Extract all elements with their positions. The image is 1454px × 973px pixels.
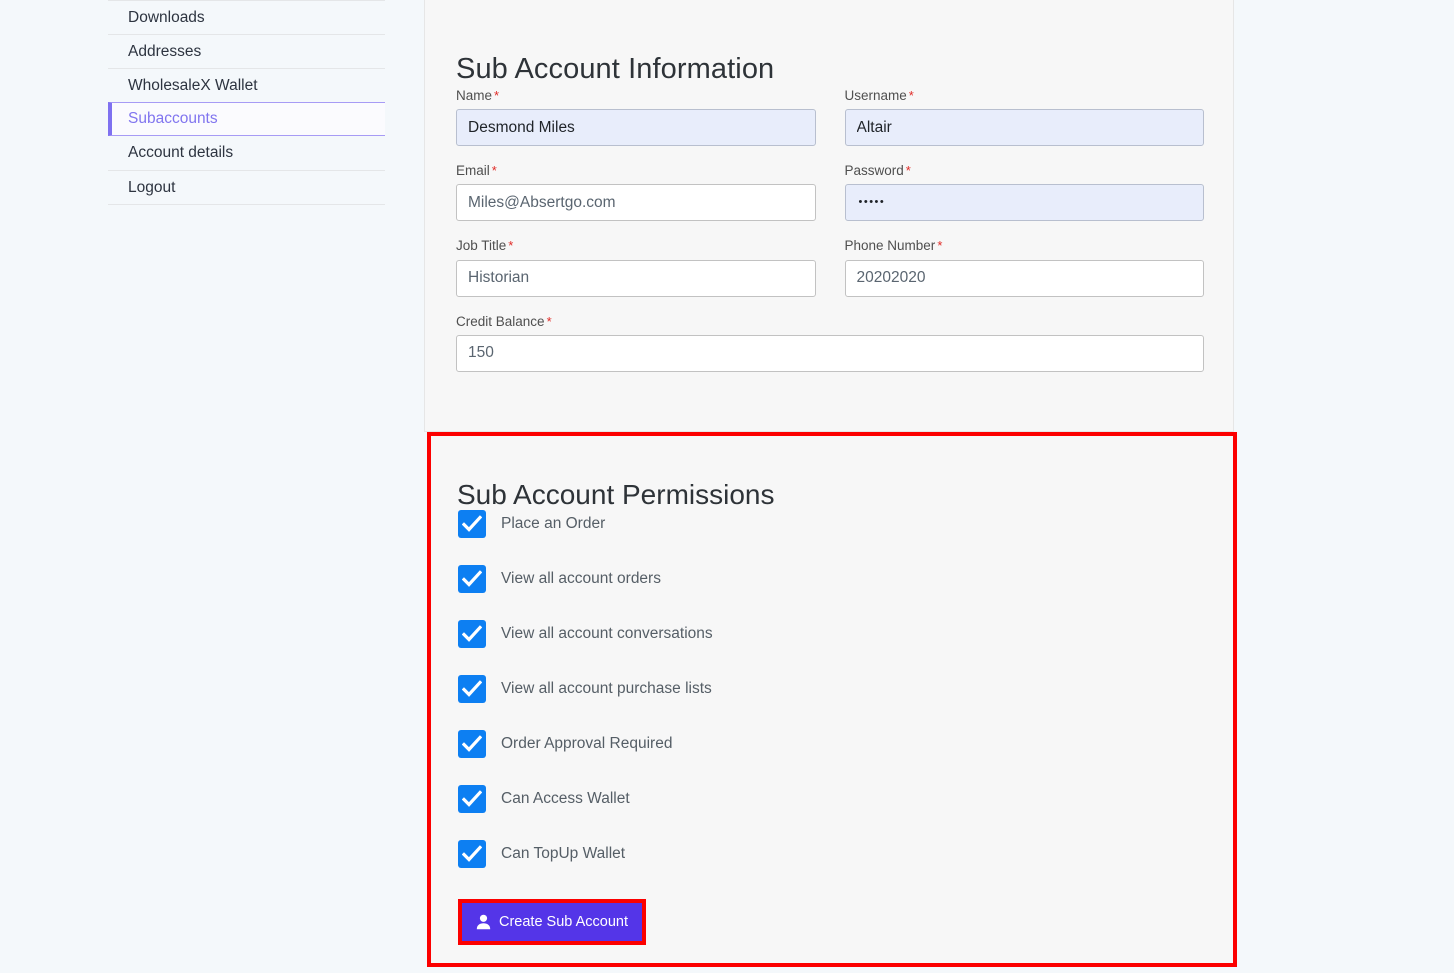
sidebar-item-label: Account details [128,144,234,161]
required-asterisk: * [494,88,500,103]
field-label-phone-number: Phone Number * [844,238,943,254]
sub-account-form: Name* Username* Email* Password* [456,88,1204,389]
field-username: Username * [844,88,1204,147]
field-email: Email * [456,163,816,222]
permission-row-order-approval-required[interactable]: Order Approval Required [458,730,1198,758]
sub-account-permissions-panel: Sub Account Permissions Place an Order V… [427,432,1237,967]
page-title: Sub Account Information [456,53,775,86]
permission-label: View all account orders [501,570,661,587]
form-row: Job Title* Phone Number* [456,238,1204,297]
permission-row-place-an-order[interactable]: Place an Order [458,510,1198,538]
credit-balance-input[interactable] [456,334,1204,372]
sidebar-item-label: Addresses [128,42,202,60]
permission-row-can-topup-wallet[interactable]: Can TopUp Wallet [458,840,1198,868]
create-sub-account-highlight: Create Sub Account [458,899,646,945]
required-asterisk: * [546,313,552,329]
field-password: Password * ••••• [844,163,1204,222]
field-label-email: Email * [456,163,497,179]
sidebar-item-account-details[interactable]: Account details [108,136,385,170]
create-sub-account-button[interactable]: Create Sub Account [462,903,642,941]
permission-label: View all account conversations [501,625,713,642]
permissions-list: Place an Order View all account orders V… [458,510,1198,895]
name-input[interactable] [456,109,816,147]
required-asterisk: * [491,163,497,179]
field-label-password: Password * [844,163,911,179]
sidebar-item-label: WholesaleX Wallet [128,76,258,94]
field-job-title: Job Title * [456,238,816,297]
form-row: Name* Username* [456,88,1204,147]
field-phone-number: Phone Number * [844,238,1204,297]
password-input[interactable]: ••••• [844,184,1204,222]
sidebar-item-addresses[interactable]: Addresses [108,34,385,68]
checkbox-checked-icon[interactable] [458,785,486,813]
form-row: Credit Balance * [456,314,1204,372]
permission-label: Can Access Wallet [501,790,630,807]
field-label-username: Username * [844,88,914,103]
phone-number-input[interactable] [844,259,1204,297]
sidebar-item-wholesalex-wallet[interactable]: WholesaleX Wallet [108,68,385,102]
sidebar-item-downloads[interactable]: Downloads [108,0,385,34]
required-asterisk: * [908,88,914,103]
permission-row-view-all-account-orders[interactable]: View all account orders [458,565,1198,593]
required-asterisk: * [905,163,911,179]
user-icon [476,914,491,930]
checkbox-checked-icon[interactable] [458,620,486,648]
job-title-input[interactable] [456,259,816,297]
required-asterisk: * [937,238,943,254]
sub-account-information-card: Sub Account Information Name* Username* … [424,0,1234,432]
field-label-name: Name * [456,88,500,103]
checkbox-checked-icon[interactable] [458,730,486,758]
permission-label: Can TopUp Wallet [501,845,626,862]
permissions-title: Sub Account Permissions [457,479,775,511]
permission-label: View all account purchase lists [501,680,712,697]
field-label-credit-balance: Credit Balance * [456,313,552,329]
password-mask: ••••• [858,196,886,209]
field-credit-balance: Credit Balance * [456,314,1204,372]
sidebar-item-label: Logout [128,178,176,196]
account-sidebar: Downloads Addresses WholesaleX Wallet Su… [108,0,385,205]
field-label-job-title: Job Title * [456,238,514,254]
form-row: Email* Password* ••••• [456,163,1204,222]
sidebar-item-label: Subaccounts [128,110,218,127]
permission-row-view-all-account-conversations[interactable]: View all account conversations [458,620,1198,648]
checkbox-checked-icon[interactable] [458,675,486,703]
permission-row-can-access-wallet[interactable]: Can Access Wallet [458,785,1198,813]
required-asterisk: * [508,238,514,254]
sidebar-item-logout[interactable]: Logout [108,170,385,205]
checkbox-checked-icon[interactable] [458,840,486,868]
permission-row-view-all-account-purchase-lists[interactable]: View all account purchase lists [458,675,1198,703]
username-input[interactable] [844,109,1204,147]
permission-label: Place an Order [501,515,606,532]
sidebar-item-label: Downloads [128,8,205,26]
permission-label: Order Approval Required [501,735,673,752]
create-sub-account-label: Create Sub Account [499,914,628,930]
checkbox-checked-icon[interactable] [458,565,486,593]
checkbox-checked-icon[interactable] [458,510,486,538]
field-name: Name * [456,88,816,147]
sidebar-item-subaccounts[interactable]: Subaccounts [108,102,385,136]
email-input[interactable] [456,184,816,222]
